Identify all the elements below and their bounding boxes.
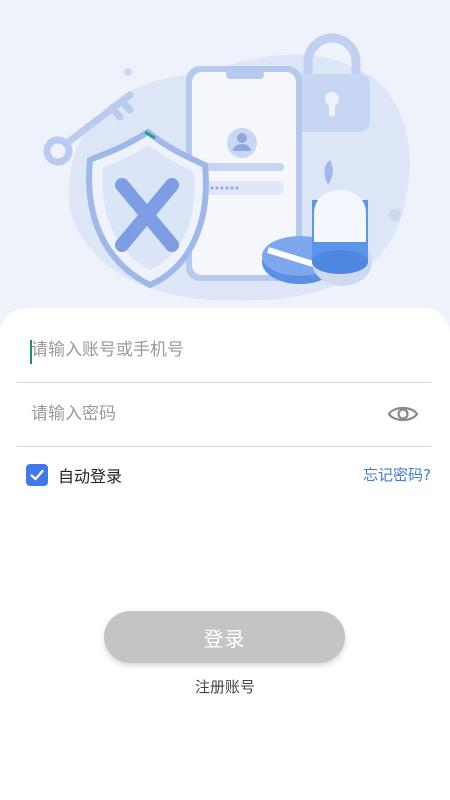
register-link[interactable]: 注册账号 [0, 676, 450, 697]
lock-icon [295, 33, 370, 132]
checkmark-icon [30, 469, 44, 481]
login-card: 自动登录 忘记密码? 登录 注册账号 [0, 308, 450, 800]
auto-login-row: 自动登录 [26, 462, 122, 488]
password-field [17, 382, 431, 447]
auto-login-label: 自动登录 [58, 467, 123, 486]
eye-icon[interactable] [387, 402, 419, 426]
account-field [17, 318, 431, 383]
login-button[interactable]: 登录 [104, 611, 345, 663]
account-input[interactable] [31, 318, 371, 382]
forgot-password-link[interactable]: 忘记密码? [363, 464, 431, 485]
password-input[interactable] [31, 382, 371, 446]
auto-login-checkbox[interactable] [26, 464, 48, 486]
hero-illustration [0, 0, 450, 330]
